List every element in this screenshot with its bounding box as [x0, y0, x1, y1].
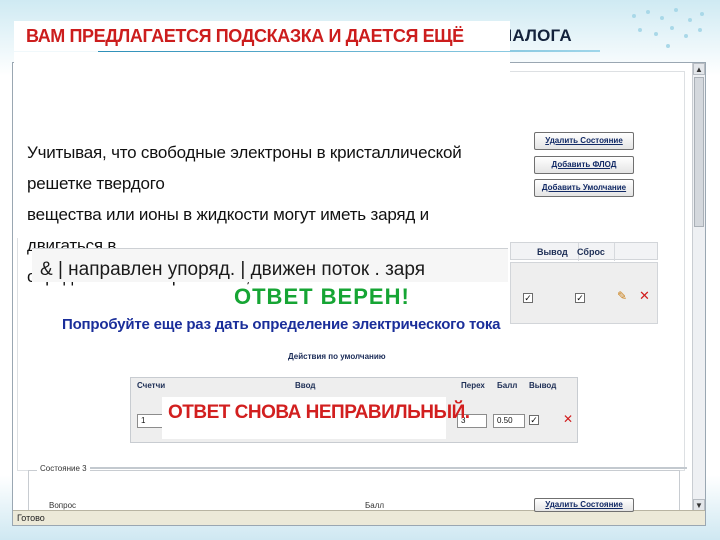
status-bar: Готово: [13, 510, 705, 525]
add-flod-button[interactable]: Добавить ФЛОД: [534, 156, 634, 174]
state-3-legend: Состояние 3: [37, 464, 90, 473]
section-divider: [39, 467, 687, 469]
grid-header: Вывод Сброс: [510, 242, 658, 261]
header-output: Вывод: [529, 381, 557, 390]
edit-pencil-icon[interactable]: ✎: [617, 289, 627, 303]
add-default-button[interactable]: Добавить Умолчание: [534, 179, 634, 197]
default-actions-label: Действия по умолчанию: [288, 352, 386, 361]
grid-row: ✓ ✓ ✎ ✕: [510, 262, 658, 324]
hint-header: ВАМ ПРЕДЛАГАЕТСЯ ПОДСКАЗКА И ДАЕТСЯ ЕЩЁ …: [14, 21, 510, 76]
default-delete-icon[interactable]: ✕: [563, 412, 573, 426]
delete-cross-icon[interactable]: ✕: [639, 288, 650, 304]
correct-answer-message: ОТВЕТ ВЕРЕН!: [234, 284, 410, 309]
header-counter: Счетчи: [137, 381, 166, 390]
question-label: Вопрос: [49, 501, 77, 510]
hint-line-1: Учитывая, что свободные электроны в крис…: [27, 143, 462, 193]
header-transition: Перех: [461, 381, 485, 390]
header-input: Ввод: [295, 381, 316, 390]
output-checkbox[interactable]: ✓: [523, 293, 533, 303]
reset-checkbox[interactable]: ✓: [575, 293, 585, 303]
score-input[interactable]: 0.50: [493, 414, 525, 428]
counter-input[interactable]: 1: [137, 414, 165, 428]
delete-state-3-button[interactable]: Удалить Состояние: [534, 498, 634, 512]
header-score: Балл: [497, 381, 518, 390]
default-output-checkbox[interactable]: ✓: [529, 415, 539, 425]
score-label: Балл: [365, 501, 385, 510]
student-answer-input[interactable]: & | направлен упоряд. | движен поток . з…: [32, 256, 468, 284]
retry-prompt: Попробуйте еще раз дать определение элек…: [62, 316, 501, 333]
scroll-up-arrow-icon[interactable]: ▲: [693, 63, 705, 75]
grid-header-reset: Сброс: [569, 243, 615, 261]
status-text: Готово: [17, 513, 45, 523]
incorrect-again-message: ОТВЕТ СНОВА НЕПРАВИЛЬНЫЙ.: [168, 402, 470, 423]
scroll-thumb[interactable]: [694, 77, 704, 227]
delete-state-button[interactable]: Удалить Состояние: [534, 132, 634, 150]
vertical-scrollbar[interactable]: ▲ ▼: [692, 63, 705, 511]
